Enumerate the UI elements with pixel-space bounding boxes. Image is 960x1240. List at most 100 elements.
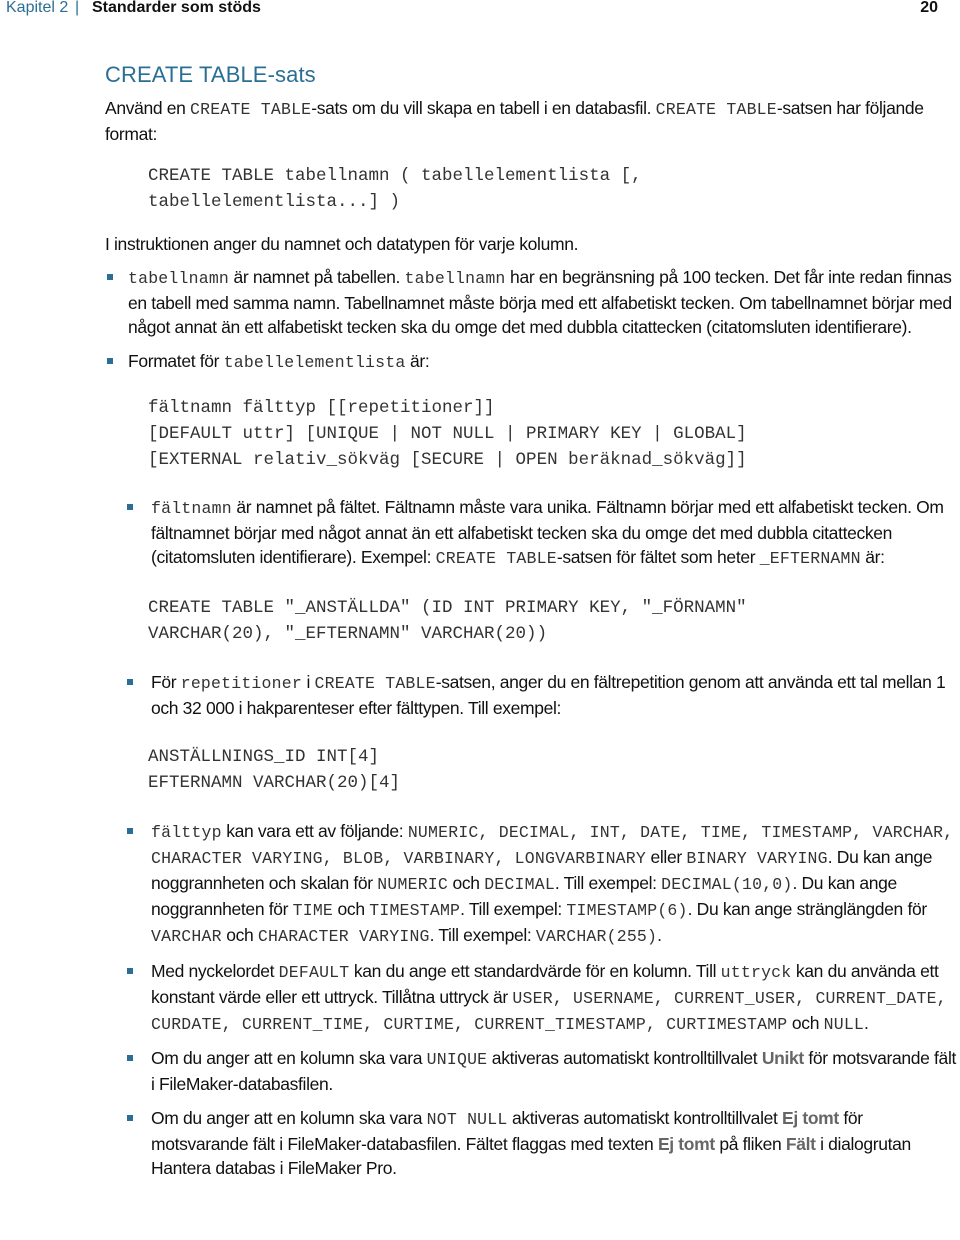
code-keyword: UNIQUE [426, 1050, 488, 1069]
text: och [333, 899, 370, 919]
bullet-icon [127, 968, 133, 974]
text: är namnet på tabellen. [229, 267, 405, 287]
code-line: VARCHAR(20), "_EFTERNAMN" VARCHAR(20)) [148, 624, 548, 644]
code-line: [DEFAULT uttr] [UNIQUE | NOT NULL | PRIM… [148, 424, 747, 444]
list-item-tabellnamn: tabellnamn är namnet på tabellen. tabell… [105, 265, 957, 339]
list-item-text: tabellnamn är namnet på tabellen. tabell… [128, 265, 957, 339]
bullet-icon [107, 274, 113, 280]
text: -satsen för fältet som heter [556, 547, 760, 567]
text: . Till exempel: [429, 925, 536, 945]
code-keyword: tabellnamn [128, 269, 230, 288]
chapter-title: Standarder som stöds [92, 0, 261, 16]
code-keyword: VARCHAR(255) [535, 927, 658, 946]
text: Använd en [105, 98, 191, 118]
code-keyword: TIME [292, 901, 334, 920]
list-item-text: Formatet för tabellelementlista är: [128, 349, 957, 375]
code-keyword: BINARY VARYING [686, 849, 828, 868]
text: på fliken [714, 1134, 786, 1154]
code-keyword: CHARACTER VARYING [257, 927, 430, 946]
bullet-icon [107, 358, 113, 364]
code-line: fältnamn fälttyp [[repetitioner]] [148, 398, 495, 418]
text: kan vara ett av följande: [221, 821, 408, 841]
code-line: CREATE TABLE tabellnamn ( tabellelementl… [148, 166, 642, 186]
text: . [864, 1013, 869, 1033]
text: är: [860, 547, 885, 567]
element-syntax-code-block: fältnamn fälttyp [[repetitioner]] [DEFAUL… [148, 395, 957, 473]
text: Med nyckelordet [151, 961, 279, 981]
ui-option-reference: Ej tomt [657, 1134, 715, 1154]
ui-option-reference: Unikt [761, 1048, 804, 1068]
nested-bullet-list: fältnamn är namnet på fältet. Fältnamn m… [105, 495, 957, 571]
code-keyword: TIMESTAMP [369, 901, 461, 920]
bullet-icon [127, 504, 133, 510]
code-keyword: tabellelementlista [223, 353, 406, 372]
list-item-text: fältnamn är namnet på fältet. Fältnamn m… [151, 495, 957, 571]
bullet-icon [127, 1115, 133, 1121]
nested-bullet-list: fälttyp kan vara ett av följande: NUMERI… [105, 819, 957, 1180]
code-line: CREATE TABLE "_ANSTÄLLDA" (ID INT PRIMAR… [148, 598, 747, 618]
text: aktiveras automatiskt kontrolltillvalet [487, 1048, 762, 1068]
code-keyword: NUMERIC [377, 875, 448, 894]
text: och [221, 925, 258, 945]
bullet-icon [127, 828, 133, 834]
code-keyword: CREATE TABLE [655, 100, 777, 119]
list-item-text: Om du anger att en kolumn ska vara NOT N… [151, 1106, 957, 1180]
text: aktiveras automatiskt kontrolltillvalet [507, 1108, 783, 1128]
code-keyword: DEFAULT [278, 963, 350, 982]
list-item-faltnamn: fältnamn är namnet på fältet. Fältnamn m… [105, 495, 957, 571]
page-header: Kapitel 2 | Standarder som stöds 20 [0, 0, 960, 22]
nested-bullet-list: För repetitioner i CREATE TABLE-satsen, … [105, 670, 957, 720]
syntax-code-block: CREATE TABLE tabellnamn ( tabellelementl… [148, 163, 957, 215]
list-item-not-null: Om du anger att en kolumn ska vara NOT N… [105, 1106, 957, 1180]
page-number: 20 [920, 0, 938, 16]
intro-paragraph: Använd en CREATE TABLE-sats om du vill s… [105, 96, 957, 146]
code-line: EFTERNAMN VARCHAR(20)[4] [148, 773, 401, 793]
code-keyword: VARCHAR [151, 927, 222, 946]
code-keyword: uttryck [720, 963, 792, 982]
text: . Till exempel: [554, 873, 662, 893]
code-keyword: fälttyp [151, 823, 222, 842]
list-item-repetitioner: För repetitioner i CREATE TABLE-satsen, … [105, 670, 957, 720]
text: kan du ange ett standardvärde för en kol… [349, 961, 721, 981]
example-create-table-code-block: CREATE TABLE "_ANSTÄLLDA" (ID INT PRIMAR… [148, 595, 957, 647]
code-keyword: CREATE TABLE [435, 549, 557, 568]
text: och [448, 873, 485, 893]
text: För [151, 672, 181, 692]
code-keyword: NOT NULL [426, 1110, 508, 1129]
bullet-icon [127, 679, 133, 685]
text: . Till exempel: [460, 899, 567, 919]
code-line: [EXTERNAL relativ_sökväg [SECURE | OPEN … [148, 450, 747, 470]
bullet-list: tabellnamn är namnet på tabellen. tabell… [105, 265, 957, 375]
section-heading: CREATE TABLE-sats [105, 62, 316, 87]
text: i [301, 672, 315, 692]
list-item-text: Med nyckelordet DEFAULT kan du ange ett … [151, 959, 957, 1037]
code-line: ANSTÄLLNINGS_ID INT[4] [148, 747, 380, 767]
text: Om du anger att en kolumn ska vara [151, 1108, 427, 1128]
text: och [787, 1013, 824, 1033]
code-keyword: repetitioner [180, 674, 302, 693]
list-item-text: Om du anger att en kolumn ska vara UNIQU… [151, 1046, 957, 1096]
chapter-label: Kapitel 2 [6, 0, 69, 16]
code-keyword: tabellnamn [404, 269, 506, 288]
example-repetition-code-block: ANSTÄLLNINGS_ID INT[4] EFTERNAMN VARCHAR(… [148, 744, 957, 796]
list-item-text: För repetitioner i CREATE TABLE-satsen, … [151, 670, 957, 720]
code-line: tabellelementlista...] ) [148, 192, 401, 212]
list-item-unique: Om du anger att en kolumn ska vara UNIQU… [105, 1046, 957, 1096]
code-keyword: fältnamn [151, 499, 232, 518]
header-separator: | [75, 0, 80, 16]
list-item-default: Med nyckelordet DEFAULT kan du ange ett … [105, 959, 957, 1037]
text: . [657, 925, 662, 945]
text: Formatet för [128, 351, 224, 371]
list-item-falttyp: fälttyp kan vara ett av följande: NUMERI… [105, 819, 957, 949]
text: är: [405, 351, 430, 371]
column-paragraph: I instruktionen anger du namnet och data… [105, 234, 579, 254]
ui-option-reference: Ej tomt [782, 1108, 839, 1128]
text: eller [645, 847, 687, 867]
code-keyword: TIMESTAMP(6) [566, 901, 688, 920]
code-keyword: NULL [823, 1015, 865, 1034]
ui-tab-reference: Fält [785, 1134, 816, 1154]
text: Om du anger att en kolumn ska vara [151, 1048, 427, 1068]
bullet-icon [127, 1055, 133, 1061]
code-keyword: DECIMAL [484, 875, 555, 894]
code-keyword: CREATE TABLE [314, 674, 436, 693]
